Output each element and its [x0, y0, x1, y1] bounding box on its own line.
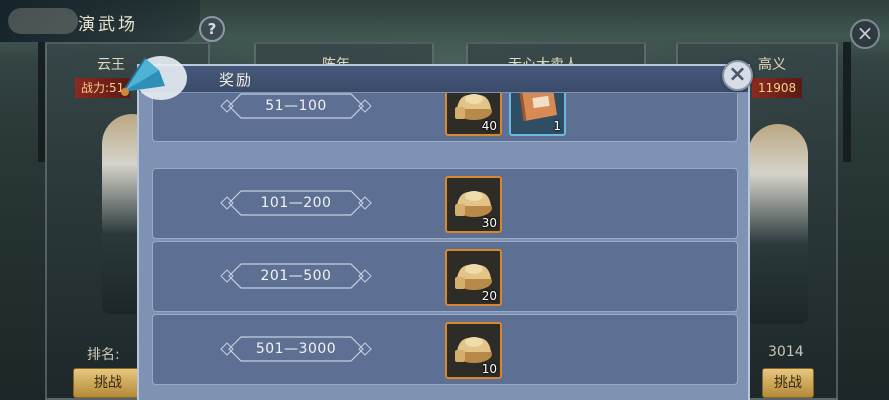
item-count: 10 [481, 362, 497, 376]
gold-ingot-icon[interactable]: 40 [445, 93, 502, 136]
reward-row: 51—100 40 1 [152, 93, 738, 142]
pillar [843, 42, 851, 162]
challenge-button[interactable]: 挑战 [762, 368, 814, 398]
power-tag: 11908 [752, 78, 803, 98]
opponent-name: 高义 [758, 57, 786, 73]
reward-list[interactable]: 51—100 40 1 101—200 30 201—500 20 501—30… [152, 93, 738, 400]
rank-range: 201—500 [260, 268, 332, 284]
rank-value: 3014 [768, 344, 804, 360]
fan-emblem-icon [121, 56, 187, 100]
rank-range: 501—3000 [255, 341, 337, 357]
rank-label: 排名: [87, 347, 120, 363]
gold-ingot-icon[interactable]: 10 [445, 322, 502, 379]
reward-row: 501—3000 10 [152, 314, 738, 385]
close-dialog-button[interactable]: × [722, 60, 753, 91]
dialog-header: 奖励 [139, 66, 748, 92]
page-title: 演武场 [78, 15, 138, 35]
top-bar: 演武场 [0, 0, 200, 42]
dialog-title: 奖励 [219, 71, 254, 89]
challenge-button[interactable]: 挑战 [73, 368, 143, 398]
scroll-icon[interactable]: 1 [509, 93, 566, 136]
reward-row: 201—500 20 [152, 241, 738, 312]
item-count: 40 [481, 119, 497, 133]
rank-range-frame: 201—500 [219, 259, 373, 293]
item-count: 30 [481, 216, 497, 230]
rank-range: 101—200 [260, 195, 332, 211]
pvp-logo-icon [8, 8, 78, 34]
help-button[interactable]: ? [199, 16, 225, 42]
item-count: 20 [481, 289, 497, 303]
rank-range-frame: 51—100 [219, 93, 373, 123]
reward-row: 101—200 30 [152, 168, 738, 239]
item-count: 1 [553, 119, 561, 133]
opponent-figure [748, 124, 808, 324]
reward-dialog: 奖励 51—100 40 1 101—200 30 201—500 20 501… [137, 64, 750, 400]
rank-range: 51—100 [265, 98, 327, 114]
rank-range-frame: 501—3000 [219, 332, 373, 366]
rank-range-frame: 101—200 [219, 186, 373, 220]
gold-ingot-icon[interactable]: 20 [445, 249, 502, 306]
gold-ingot-icon[interactable]: 30 [445, 176, 502, 233]
close-arena-button[interactable]: × [850, 19, 880, 49]
